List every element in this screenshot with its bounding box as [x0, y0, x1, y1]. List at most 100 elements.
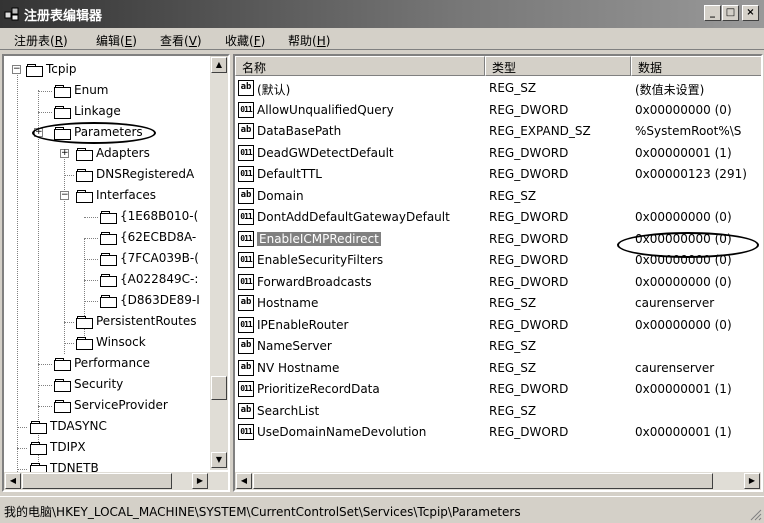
value-type: REG_DWORD: [489, 102, 569, 117]
scroll-left-arrow-icon[interactable]: ◀: [5, 473, 21, 489]
scroll-thumb[interactable]: [211, 376, 227, 400]
scroll-down-arrow-icon[interactable]: ▼: [211, 452, 227, 468]
collapse-toggle[interactable]: −: [60, 191, 69, 200]
binary-value-icon: 011: [238, 230, 254, 247]
value-type: REG_EXPAND_SZ: [489, 124, 591, 138]
close-button[interactable]: ×: [742, 5, 759, 21]
binary-value-icon: 011: [238, 166, 254, 182]
string-value-icon: ab: [238, 359, 254, 376]
value-row[interactable]: 011 PrioritizeRecordData REG_DWORD 0x000000…: [235, 379, 761, 401]
minimize-button[interactable]: _: [704, 5, 721, 21]
value-data: 0x00000001 (1): [635, 382, 732, 396]
value-row[interactable]: 011 DontAddDefaultGatewayDefault REG_DWORD…: [235, 207, 761, 229]
string-value-icon: ab: [238, 402, 254, 419]
folder-icon: [30, 442, 47, 455]
scroll-right-arrow-icon[interactable]: ▶: [744, 473, 760, 489]
value-row[interactable]: ab Hostname REG_SZ caurenserver: [235, 293, 761, 315]
tree-vertical-scrollbar[interactable]: ▲ ▼: [210, 56, 228, 470]
tree-item-winsock[interactable]: Winsock: [4, 333, 214, 353]
tree-item-interface-guid[interactable]: {D863DE89-I: [4, 291, 228, 311]
value-row[interactable]: ab DataBasePath REG_EXPAND_SZ %SystemRoot%\…: [235, 121, 761, 143]
menu-edit[interactable]: 编辑(E): [96, 32, 137, 49]
value-row[interactable]: ab NameServer REG_SZ: [235, 336, 761, 358]
value-name: (默认): [257, 83, 291, 97]
value-data: 0x00000001 (1): [635, 145, 732, 160]
scroll-right-arrow-icon[interactable]: ▶: [192, 473, 208, 489]
tree-item-label: ServiceProvider: [74, 398, 168, 412]
value-data: %SystemRoot%\S: [635, 124, 742, 138]
expand-toggle[interactable]: +: [60, 149, 69, 158]
value-name: AllowUnqualifiedQuery: [257, 102, 394, 117]
tree-item-linkage[interactable]: Linkage: [4, 102, 214, 122]
value-name: IPEnableRouter: [257, 317, 349, 332]
tree-item-dnsregistered[interactable]: DNSRegisteredA: [4, 165, 214, 185]
tree-item-persistentroutes[interactable]: PersistentRoutes: [4, 312, 228, 332]
tree-horizontal-scrollbar[interactable]: ◀ ▶: [4, 472, 228, 490]
tree-item-label: Enum: [74, 83, 109, 97]
value-row[interactable]: ab NV Hostname REG_SZ caurenserver: [235, 358, 761, 380]
folder-icon: [54, 358, 71, 371]
value-name: NV Hostname: [257, 360, 340, 375]
value-row[interactable]: 011 ForwardBroadcasts REG_DWORD 0x00000000 …: [235, 272, 761, 294]
tree-item-tcpip[interactable]: − Tcpip: [4, 60, 214, 80]
folder-icon: [54, 106, 71, 119]
tree-item-enum[interactable]: Enum: [4, 81, 214, 101]
highlight-ellipse: [32, 122, 156, 144]
value-name: Hostname: [257, 296, 319, 310]
maximize-button[interactable]: □: [722, 5, 739, 21]
list-horizontal-scrollbar[interactable]: ◀ ▶: [235, 472, 761, 490]
value-name: Domain: [257, 188, 304, 203]
column-header-name[interactable]: 名称: [235, 56, 485, 76]
string-value-icon: ab: [238, 123, 254, 139]
value-name: DeadGWDetectDefault: [257, 145, 394, 160]
column-header-data[interactable]: 数据: [631, 56, 761, 76]
value-row[interactable]: ab SearchList REG_SZ: [235, 401, 761, 423]
value-type: REG_DWORD: [489, 145, 569, 160]
value-data: caurenserver: [635, 296, 715, 310]
value-data: 0x00000123 (291): [635, 167, 747, 181]
tree-item-tdipx[interactable]: TDIPX: [4, 438, 214, 458]
value-data: 0x00000000 (0): [635, 274, 732, 289]
tree-item-security[interactable]: Security: [4, 375, 214, 395]
tree-item-interface-guid[interactable]: {62ECBD8A-: [4, 228, 228, 248]
scroll-up-arrow-icon[interactable]: ▲: [211, 57, 227, 73]
scroll-left-arrow-icon[interactable]: ◀: [236, 473, 252, 489]
collapse-toggle[interactable]: −: [12, 65, 21, 74]
value-row[interactable]: ab (默认) REG_SZ (数值未设置): [235, 78, 761, 100]
value-row[interactable]: 011 AllowUnqualifiedQuery REG_DWORD 0x00000…: [235, 100, 761, 122]
value-type: REG_DWORD: [489, 274, 569, 289]
binary-value-icon: 011: [238, 209, 254, 225]
open-folder-icon: [76, 190, 93, 203]
tree-item-interface-guid[interactable]: {A022849C-:: [4, 270, 228, 290]
value-type: REG_DWORD: [489, 382, 569, 396]
resize-grip-icon[interactable]: [750, 509, 762, 521]
value-row[interactable]: 011 DeadGWDetectDefault REG_DWORD 0x0000000…: [235, 143, 761, 165]
tree-item-label: Tcpip: [46, 62, 77, 76]
value-name: SearchList: [257, 403, 320, 418]
menu-help[interactable]: 帮助(H): [288, 32, 330, 49]
menu-view[interactable]: 查看(V): [160, 32, 202, 49]
tree-item-label: Winsock: [96, 335, 146, 349]
tree-item-interfaces[interactable]: − Interfaces: [4, 186, 214, 206]
tree-item-performance[interactable]: Performance: [4, 354, 214, 374]
tree-item-tdasync[interactable]: TDASYNC: [4, 417, 214, 437]
values-list-pane[interactable]: 名称 类型 数据 ab (默认) REG_SZ (数值未设置) 011 AllowUnqu…: [233, 54, 763, 492]
folder-icon: [30, 421, 47, 434]
scroll-thumb[interactable]: [22, 473, 172, 489]
menu-favorites[interactable]: 收藏(F): [225, 32, 265, 49]
folder-icon: [26, 64, 43, 77]
scroll-thumb[interactable]: [253, 473, 713, 489]
tree-item-interface-guid[interactable]: {1E68B010-(: [4, 207, 228, 227]
value-row[interactable]: ab Domain REG_SZ: [235, 186, 761, 208]
tree-item-interface-guid[interactable]: {7FCA039B-(: [4, 249, 228, 269]
tree-item-adapters[interactable]: + Adapters: [4, 144, 214, 164]
value-row[interactable]: 011 IPEnableRouter REG_DWORD 0x00000000 (0): [235, 315, 761, 337]
column-header-type[interactable]: 类型: [485, 56, 631, 76]
value-row[interactable]: 011 UseDomainNameDevolution REG_DWORD 0x000…: [235, 422, 761, 444]
folder-icon: [76, 316, 93, 329]
menu-registry[interactable]: 注册表(R): [14, 32, 68, 49]
key-tree-pane[interactable]: − Tcpip Enum Linkage + Parameters + Adap…: [2, 54, 230, 492]
value-type: REG_DWORD: [489, 231, 569, 246]
value-row[interactable]: 011 DefaultTTL REG_DWORD 0x00000123 (291): [235, 164, 761, 186]
tree-item-serviceprovider[interactable]: ServiceProvider: [4, 396, 214, 416]
